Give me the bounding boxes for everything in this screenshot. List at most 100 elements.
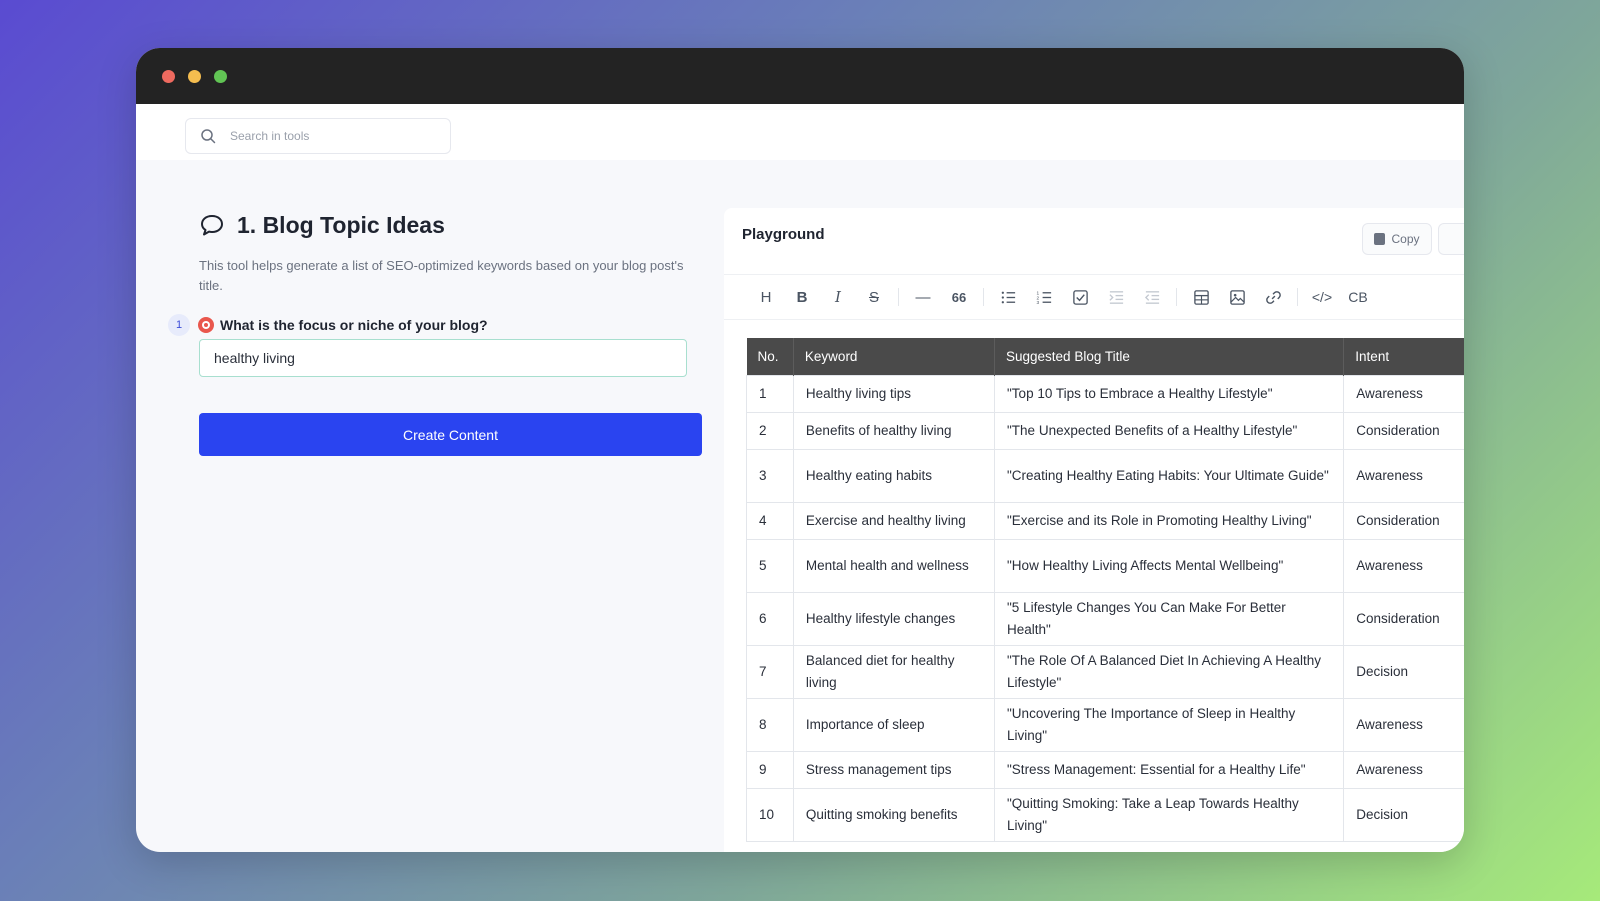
app-window: Search in tools 1. Blog Topic Ideas This… xyxy=(136,48,1464,852)
cell-intent: Awareness xyxy=(1343,698,1464,752)
toolbar-divider xyxy=(983,288,984,306)
cell-intent: Consideration xyxy=(1343,502,1464,540)
search-placeholder: Search in tools xyxy=(230,129,310,143)
cell-intent: Decision xyxy=(1343,645,1464,699)
bold-button[interactable]: B xyxy=(784,284,820,310)
playground-panel: Playground Copy H B I S — 66 1 2 3 </> C… xyxy=(724,208,1464,852)
minimize-window-button[interactable] xyxy=(188,70,201,83)
top-bar: Search in tools xyxy=(136,104,1464,160)
heading-button[interactable]: H xyxy=(748,284,784,310)
ordered-list-icon: 1 2 3 xyxy=(1036,290,1051,306)
close-window-button[interactable] xyxy=(162,70,175,83)
table-row: 10 Quitting smoking benefits "Quitting Smo… xyxy=(746,788,1464,842)
cell-intent: Consideration xyxy=(1343,592,1464,646)
svg-text:3: 3 xyxy=(1036,300,1039,306)
cell-no: 2 xyxy=(746,412,794,450)
cell-title: "Uncovering The Importance of Sleep in H… xyxy=(994,698,1345,752)
col-header-no: No. xyxy=(746,338,794,376)
question-label: What is the focus or niche of your blog? xyxy=(220,317,488,333)
table-row: 7 Balanced diet for healthy living "The Ro… xyxy=(746,645,1464,699)
image-icon xyxy=(1229,289,1245,305)
italic-button[interactable]: I xyxy=(820,284,856,310)
outdent-button[interactable] xyxy=(1134,284,1170,310)
cell-keyword: Healthy eating habits xyxy=(792,449,996,503)
tool-title: 1. Blog Topic Ideas xyxy=(237,211,445,238)
cell-keyword: Healthy lifestyle changes xyxy=(792,592,996,646)
cell-title: "Quitting Smoking: Take a Leap Towards H… xyxy=(994,788,1345,842)
cell-no: 5 xyxy=(746,539,794,593)
cell-title: "The Role Of A Balanced Diet In Achievin… xyxy=(994,645,1345,699)
clipboard-icon xyxy=(1374,233,1386,245)
checkbox-icon xyxy=(1072,289,1088,305)
insert-image-button[interactable] xyxy=(1219,284,1255,310)
code-block-button[interactable]: CB xyxy=(1340,284,1376,310)
cell-title: "Top 10 Tips to Embrace a Healthy Lifest… xyxy=(994,375,1345,413)
question-label-row: 1 What is the focus or niche of your blo… xyxy=(168,314,488,336)
table-row: 4 Exercise and healthy living "Exercise an… xyxy=(746,502,1464,540)
cell-intent: Awareness xyxy=(1343,539,1464,593)
cell-title: "How Healthy Living Affects Mental Wellb… xyxy=(994,539,1345,593)
cell-keyword: Benefits of healthy living xyxy=(792,412,996,450)
toolbar-divider xyxy=(1297,288,1298,306)
insert-table-button[interactable] xyxy=(1183,284,1219,310)
playground-title: Playground xyxy=(742,226,825,243)
blockquote-button[interactable]: 66 xyxy=(941,284,977,310)
tool-description: This tool helps generate a list of SEO-o… xyxy=(199,258,684,293)
question-number: 1 xyxy=(168,314,190,336)
maximize-window-button[interactable] xyxy=(214,70,227,83)
table-row: 5 Mental health and wellness "How Healthy … xyxy=(746,539,1464,593)
table-row: 3 Healthy eating habits "Creating Healthy … xyxy=(746,449,1464,503)
cell-keyword: Healthy living tips xyxy=(792,375,996,413)
more-button[interactable] xyxy=(1438,223,1464,255)
chat-bubble-icon xyxy=(201,215,223,236)
code-button[interactable]: </> xyxy=(1304,284,1340,310)
cell-title: "Exercise and its Role in Promoting Heal… xyxy=(994,502,1345,540)
search-icon xyxy=(201,129,216,144)
toolbar-divider xyxy=(898,288,899,306)
ordered-list-button[interactable]: 1 2 3 xyxy=(1026,284,1062,310)
cell-no: 6 xyxy=(746,592,794,646)
col-header-intent: Intent xyxy=(1343,338,1464,376)
horizontal-rule-button[interactable]: — xyxy=(905,284,941,310)
search-input[interactable]: Search in tools xyxy=(185,118,451,154)
table-body: 1 Healthy living tips "Top 10 Tips to Embr… xyxy=(746,375,1464,842)
link-icon xyxy=(1265,290,1281,304)
strikethrough-button[interactable]: S xyxy=(856,284,892,310)
cell-intent: Decision xyxy=(1343,788,1464,842)
cell-keyword: Importance of sleep xyxy=(792,698,996,752)
cell-intent: Consideration xyxy=(1343,412,1464,450)
indent-icon xyxy=(1108,290,1123,304)
cell-keyword: Mental health and wellness xyxy=(792,539,996,593)
cell-title: "Stress Management: Essential for a Heal… xyxy=(994,751,1345,789)
table-header-row: No. Keyword Suggested Blog Title Intent xyxy=(746,338,1464,376)
col-header-title: Suggested Blog Title xyxy=(994,338,1345,376)
keyword-table: No. Keyword Suggested Blog Title Intent … xyxy=(746,338,1464,842)
col-header-keyword: Keyword xyxy=(793,338,996,376)
insert-link-button[interactable] xyxy=(1255,284,1291,310)
bullet-list-icon xyxy=(1001,291,1015,303)
cell-keyword: Quitting smoking benefits xyxy=(792,788,996,842)
cell-intent: Awareness xyxy=(1343,751,1464,789)
cell-no: 4 xyxy=(746,502,794,540)
indent-button[interactable] xyxy=(1098,284,1134,310)
copy-button[interactable]: Copy xyxy=(1362,223,1432,255)
create-content-button[interactable]: Create Content xyxy=(199,413,702,456)
cell-intent: Awareness xyxy=(1343,375,1464,413)
cell-title: "Creating Healthy Eating Habits: Your Ul… xyxy=(994,449,1345,503)
cell-no: 8 xyxy=(746,698,794,752)
checklist-button[interactable] xyxy=(1062,284,1098,310)
tool-header: 1. Blog Topic Ideas xyxy=(199,208,709,242)
target-icon xyxy=(198,317,214,333)
table-row: 6 Healthy lifestyle changes "5 Lifestyle C… xyxy=(746,592,1464,646)
editor-toolbar: H B I S — 66 1 2 3 </> CB xyxy=(724,274,1464,320)
title-bar xyxy=(136,48,1464,104)
bullet-list-button[interactable] xyxy=(990,284,1026,310)
table-row: 1 Healthy living tips "Top 10 Tips to Embr… xyxy=(746,375,1464,413)
table-row: 2 Benefits of healthy living "The Unexpect… xyxy=(746,412,1464,450)
tool-panel: 1. Blog Topic Ideas This tool helps gene… xyxy=(199,208,709,296)
cell-no: 7 xyxy=(746,645,794,699)
table-icon xyxy=(1193,289,1209,305)
cell-title: "The Unexpected Benefits of a Healthy Li… xyxy=(994,412,1345,450)
focus-niche-input[interactable]: healthy living xyxy=(199,339,687,377)
cell-no: 9 xyxy=(746,751,794,789)
